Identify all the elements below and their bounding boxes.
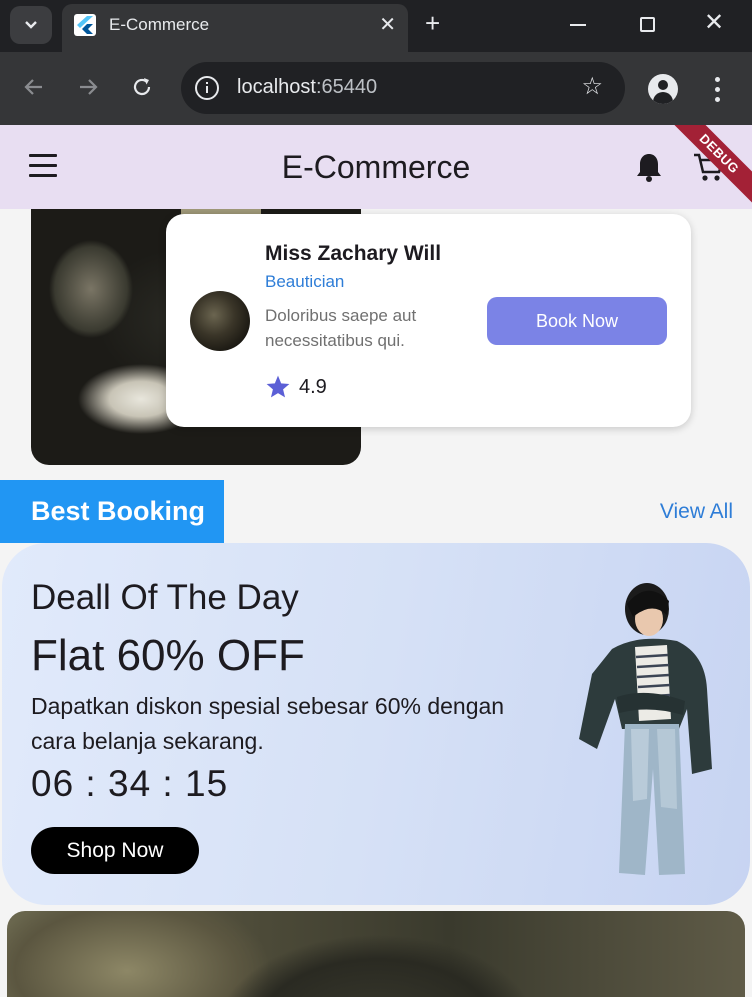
site-info-icon[interactable] [195, 76, 219, 100]
section-title: Best Booking [0, 480, 224, 543]
url-host: localhost [237, 76, 316, 98]
notification-bell-icon[interactable] [635, 151, 663, 183]
view-all-link[interactable]: View All [660, 500, 733, 524]
star-icon [266, 375, 290, 398]
tab-search-button[interactable] [10, 6, 52, 44]
deal-description: Dapatkan diskon spesial sebesar 60% deng… [31, 693, 505, 754]
specialist-card[interactable]: Miss Zachary Will Beautician Doloribus s… [166, 214, 691, 427]
flutter-icon [74, 14, 96, 36]
rating-value: 4.9 [299, 375, 327, 398]
best-booking-header: Best Booking View All [0, 480, 752, 543]
forward-arrow-icon[interactable] [76, 75, 100, 99]
cat-photo-image-2 [7, 911, 745, 997]
maximize-icon[interactable] [640, 17, 655, 32]
main-content[interactable]: Miss Zachary Will Beautician Doloribus s… [0, 209, 752, 997]
browser-toolbar: localhost:65440 ☆ [0, 52, 752, 125]
back-arrow-icon[interactable] [22, 75, 46, 99]
address-bar[interactable]: localhost:65440 ☆ [181, 62, 625, 114]
url-port: :65440 [315, 76, 378, 98]
deal-title: Deall Of The Day [31, 578, 299, 617]
url-text: localhost:65440 [237, 76, 377, 99]
tab-close-icon[interactable]: ✕ [379, 12, 396, 37]
specialist-description: Doloribus saepe aut necessitatibus qui. [265, 306, 417, 350]
new-tab-icon[interactable]: + [425, 8, 440, 39]
browser-tabbar: E-Commerce ✕ + ✕ [0, 0, 752, 52]
rating: 4.9 [265, 374, 327, 400]
deal-discount: Flat 60% OFF [31, 631, 305, 680]
specialist-name: Miss Zachary Will [265, 242, 442, 265]
browser-menu-icon[interactable] [715, 77, 720, 107]
specialist-avatar [190, 291, 250, 351]
profile-avatar-icon[interactable] [648, 74, 678, 104]
minimize-icon[interactable] [570, 24, 586, 26]
app-bar: E-Commerce DEBUG [0, 125, 752, 209]
fashion-model-image [579, 583, 712, 875]
reload-icon[interactable] [130, 75, 154, 99]
tab-title: E-Commerce [109, 15, 210, 34]
deal-of-the-day-banner[interactable]: Deall Of The Day Flat 60% OFF Dapatkan d… [2, 543, 750, 905]
window-close-icon[interactable]: ✕ [704, 8, 724, 37]
book-now-button[interactable]: Book Now [487, 297, 667, 345]
bookmark-star-icon[interactable]: ☆ [581, 72, 603, 101]
countdown-timer: 06 : 34 : 15 [31, 763, 229, 804]
browser-tab[interactable]: E-Commerce ✕ [62, 4, 408, 52]
chevron-down-icon [25, 21, 37, 29]
shop-now-button[interactable]: Shop Now [31, 827, 199, 874]
specialist-role: Beautician [265, 272, 345, 291]
